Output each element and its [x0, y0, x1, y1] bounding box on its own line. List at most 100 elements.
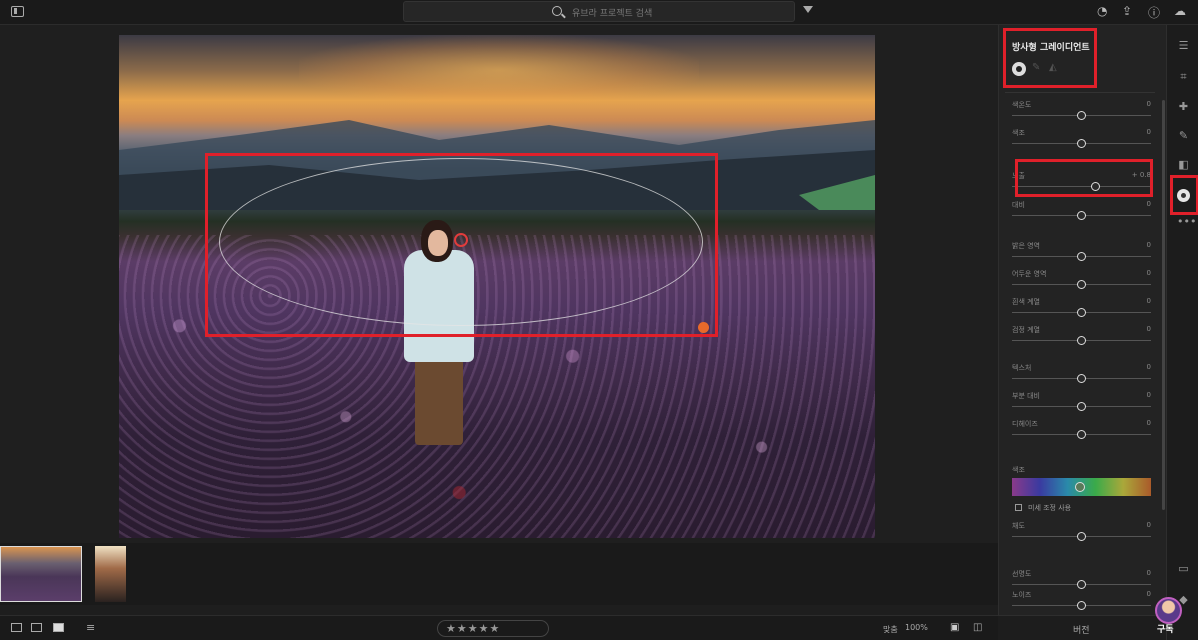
- slider-row[interactable]: 채도 0: [1012, 521, 1151, 547]
- panel-toggle-icon[interactable]: [11, 6, 24, 17]
- brush-icon[interactable]: ✎: [1177, 129, 1190, 142]
- crop-icon[interactable]: ⌗: [1177, 70, 1190, 83]
- highlight-box-exposure: [1015, 159, 1153, 197]
- slider-value: 0: [1146, 569, 1151, 577]
- slider-label: 디헤이즈: [1012, 420, 1038, 428]
- cloud-icon[interactable]: ☁: [1174, 4, 1186, 18]
- slider-value: 0: [1146, 325, 1151, 333]
- slider-value: 0: [1146, 297, 1151, 305]
- slider-knob[interactable]: [1077, 580, 1086, 589]
- search-placeholder: 유브라 프로젝트 검색: [572, 9, 653, 19]
- linear-gradient-icon[interactable]: ◧: [1177, 158, 1190, 171]
- slider-row[interactable]: 디헤이즈 0: [1012, 419, 1151, 445]
- zoom-fit-label[interactable]: 맞춤: [883, 624, 898, 635]
- hue-knob[interactable]: [1075, 482, 1085, 492]
- slider-row[interactable]: 노이즈 0: [1012, 590, 1151, 616]
- zoom-value[interactable]: 100%: [905, 623, 928, 632]
- version-button[interactable]: 버전: [1073, 623, 1090, 636]
- slider-knob[interactable]: [1077, 280, 1086, 289]
- slider-row[interactable]: 대비 0: [1012, 200, 1151, 226]
- stars-label: ★★★★★: [446, 622, 501, 635]
- hue-slider[interactable]: [1012, 478, 1151, 496]
- slider-row[interactable]: 흰색 계열 0: [1012, 297, 1151, 323]
- highlight-box-title: [1003, 28, 1097, 88]
- divider: [1005, 92, 1155, 93]
- highlight-box-mask: [205, 153, 718, 337]
- slider-value: 0: [1146, 200, 1151, 208]
- edit-panel: 방사형 그레이디언트 ✎ ◭ 색온도 0 색조 0 노출 + 0.8 대비 0 밝은 영역 0 어두…: [998, 25, 1166, 615]
- slider-row[interactable]: 색조 0: [1012, 128, 1151, 154]
- slider-value: 0: [1146, 419, 1151, 427]
- slider-label: 색조: [1012, 129, 1025, 137]
- slider-label: 텍스처: [1012, 364, 1032, 372]
- slider-knob[interactable]: [1077, 211, 1086, 220]
- slider-knob[interactable]: [1077, 601, 1086, 610]
- slider-knob[interactable]: [1077, 111, 1086, 120]
- slider-knob[interactable]: [1077, 402, 1086, 411]
- subscribe-label[interactable]: 구독: [1157, 622, 1174, 635]
- grid-view-icon[interactable]: [11, 623, 22, 632]
- slider-knob[interactable]: [1077, 139, 1086, 148]
- slider-knob[interactable]: [1077, 430, 1086, 439]
- rating-stars[interactable]: ★★★★★: [437, 620, 549, 637]
- slider-row[interactable]: 밝은 영역 0: [1012, 241, 1151, 267]
- slider-value: 0: [1146, 391, 1151, 399]
- filmstrip-thumbnail[interactable]: [95, 546, 126, 602]
- slider-row[interactable]: 색온도 0: [1012, 100, 1151, 126]
- slider-label: 선명도: [1012, 570, 1032, 578]
- detail-view-icon[interactable]: [53, 623, 64, 632]
- tool-strip: ☰ ⌗ ✚ ✎ ◧ ••• ▭ ◆: [1166, 25, 1198, 640]
- slider-value: 0: [1146, 269, 1151, 277]
- split-view-icon[interactable]: ◫: [973, 622, 982, 633]
- channel-avatar[interactable]: [1155, 597, 1182, 624]
- edit-sliders-icon[interactable]: ☰: [1177, 39, 1190, 52]
- slider-label: 부분 대비: [1012, 392, 1040, 400]
- comment-icon[interactable]: ▭: [1177, 562, 1190, 575]
- sort-icon[interactable]: ≡: [86, 621, 95, 634]
- slider-label: 노이즈: [1012, 591, 1032, 599]
- bell-icon[interactable]: ◔: [1097, 4, 1107, 18]
- slider-label: 대비: [1012, 201, 1025, 209]
- bottom-bar: ≡ ★★★★★ 맞춤 100% ▣ ◫: [0, 615, 998, 640]
- slider-value: 0: [1146, 128, 1151, 136]
- share-icon[interactable]: ⇪: [1122, 4, 1132, 18]
- slider-knob[interactable]: [1077, 252, 1086, 261]
- slider-label: 검정 계열: [1012, 326, 1040, 334]
- slider-row[interactable]: 텍스처 0: [1012, 363, 1151, 389]
- search-icon: [552, 6, 562, 16]
- slider-label: 어두운 영역: [1012, 270, 1047, 278]
- version-bar: 버전: [998, 615, 1166, 640]
- slider-label: 색온도: [1012, 101, 1032, 109]
- search-field[interactable]: 유브라 프로젝트 검색: [403, 1, 795, 22]
- slider-value: 0: [1146, 590, 1151, 598]
- filter-icon[interactable]: [803, 6, 813, 13]
- slider-value: 0: [1146, 100, 1151, 108]
- compare-icon[interactable]: ▣: [950, 622, 959, 633]
- slider-label: 채도: [1012, 522, 1025, 530]
- square-grid-icon[interactable]: [31, 623, 42, 632]
- fine-adjust-label: 미세 조정 사용: [1028, 504, 1072, 512]
- slider-row[interactable]: 검정 계열 0: [1012, 325, 1151, 351]
- slider-row[interactable]: 어두운 영역 0: [1012, 269, 1151, 295]
- slider-knob[interactable]: [1077, 532, 1086, 541]
- slider-label: 밝은 영역: [1012, 242, 1040, 250]
- slider-value: 0: [1146, 521, 1151, 529]
- top-bar: 유브라 프로젝트 검색 ◔ ⇪ ⓘ ☁: [0, 0, 1198, 25]
- slider-label: 흰색 계열: [1012, 298, 1040, 306]
- healing-icon[interactable]: ✚: [1177, 100, 1190, 113]
- more-icon[interactable]: •••: [1177, 215, 1196, 228]
- slider-value: 0: [1146, 241, 1151, 249]
- hue-label: 색조: [1012, 466, 1025, 474]
- slider-row[interactable]: 부분 대비 0: [1012, 391, 1151, 417]
- filmstrip: [0, 543, 998, 605]
- panel-scrollbar[interactable]: [1162, 100, 1165, 510]
- slider-knob[interactable]: [1077, 336, 1086, 345]
- help-icon[interactable]: ⓘ: [1148, 4, 1160, 21]
- slider-knob[interactable]: [1077, 308, 1086, 317]
- slider-value: 0: [1146, 363, 1151, 371]
- image-canvas: [0, 25, 998, 543]
- fine-adjust-checkbox[interactable]: [1015, 504, 1022, 511]
- sky-glow: [299, 35, 699, 105]
- slider-knob[interactable]: [1077, 374, 1086, 383]
- filmstrip-thumbnail[interactable]: [0, 546, 82, 602]
